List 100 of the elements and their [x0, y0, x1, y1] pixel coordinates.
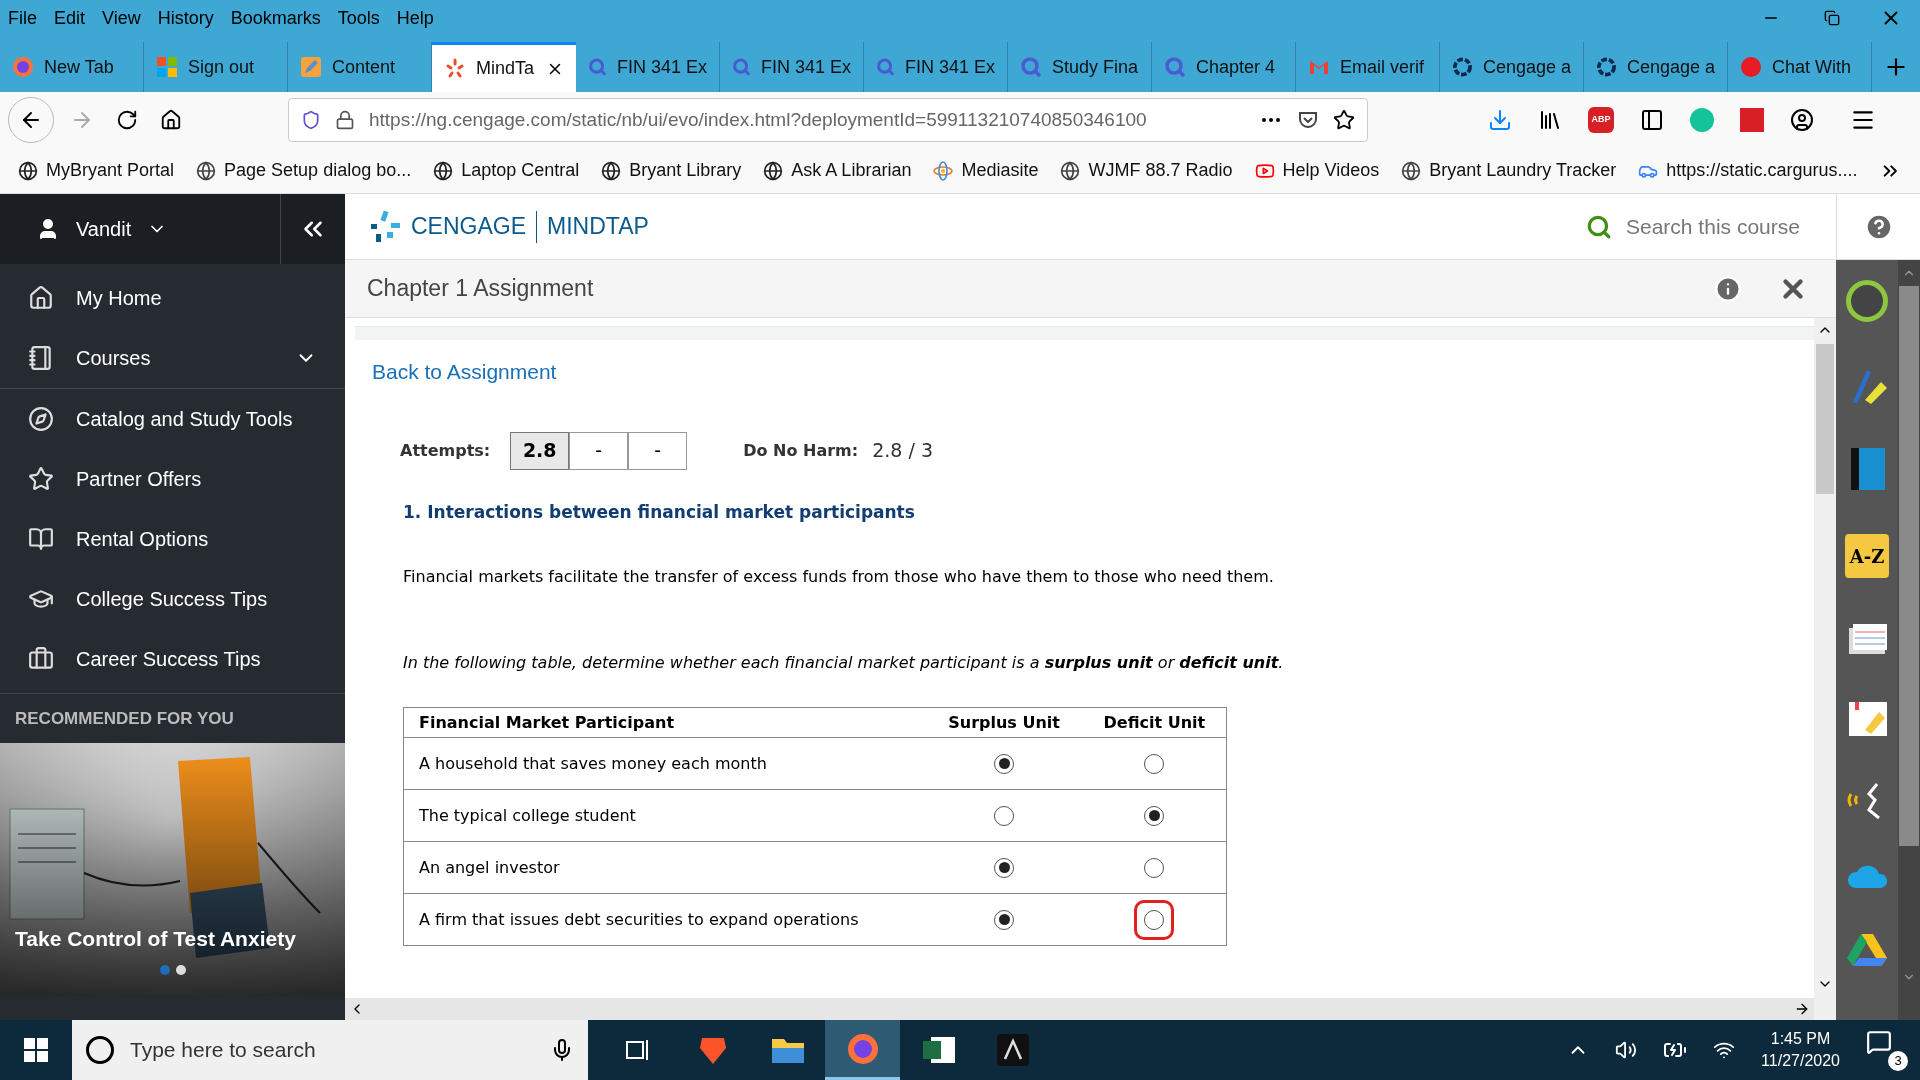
bookmark[interactable]: Ask A Librarian — [763, 157, 912, 184]
question-title: 1. Interactions between financial market participants — [403, 500, 916, 524]
bookmark[interactable]: Laptop Central — [433, 157, 580, 184]
glossary-icon[interactable]: A-Z — [1845, 534, 1889, 578]
library-icon[interactable] — [1538, 108, 1562, 132]
globe-icon — [1401, 160, 1422, 181]
q-logo-icon — [588, 56, 607, 78]
home-icon[interactable] — [160, 109, 182, 131]
browser-tab[interactable]: MindTa — [432, 42, 576, 92]
radio-button[interactable] — [994, 909, 1015, 930]
radio-button[interactable] — [994, 753, 1015, 774]
chat-logo-icon — [1740, 56, 1762, 78]
menu-item[interactable]: Edit — [54, 4, 86, 32]
bookmark[interactable]: https://static.cargurus.... — [1638, 157, 1858, 184]
activity-title: Chapter 1 Assignment — [367, 274, 595, 304]
shield-icon — [301, 110, 321, 130]
browser-logo-icon[interactable] — [825, 1020, 900, 1080]
instruction-text: In the following table, determine whether each financial market participant is a surplus unit or deficit unit. — [403, 652, 1285, 674]
radio-button[interactable] — [994, 805, 1015, 826]
q-logo-icon — [1020, 56, 1042, 78]
info-icon[interactable] — [1714, 274, 1742, 303]
column-header: Deficit Unit — [1082, 707, 1227, 738]
radio-button[interactable] — [1144, 753, 1165, 774]
promo-title[interactable]: Take Control of Test Anxiety — [15, 923, 296, 955]
star-icon — [28, 466, 54, 492]
avatar-icon[interactable] — [1846, 280, 1888, 322]
menu-item[interactable]: View — [102, 4, 141, 32]
volume-icon[interactable] — [1615, 1039, 1638, 1061]
table-cell: The typical college student — [403, 789, 926, 842]
notification-button[interactable]: 3 — [1866, 1029, 1908, 1071]
browser-logo-icon — [12, 56, 34, 78]
compass-icon — [28, 406, 54, 432]
sidebar-item[interactable]: Rental Options — [0, 509, 345, 569]
pencil-icon — [300, 56, 322, 78]
atom-icon — [933, 160, 954, 181]
bookmark[interactable]: Page Setup dialog bo... — [196, 157, 412, 184]
sidebar-item[interactable]: Courses — [0, 328, 345, 388]
bookmark[interactable]: Bryant Laundry Tracker — [1401, 157, 1617, 184]
bookmark[interactable]: WJMF 88.7 Radio — [1060, 157, 1233, 184]
radio-button[interactable] — [994, 857, 1015, 878]
address-bar[interactable]: https://ng.cengage.com/static/nb/ui/evo/index.html?deploymentId=599113210740850346100 — [288, 98, 1368, 142]
attempt-score[interactable]: - — [569, 431, 629, 470]
sidebar-item[interactable]: College Success Tips — [0, 569, 345, 629]
taskbar-search-field[interactable]: Type here to search — [72, 1020, 588, 1080]
back-link[interactable]: Back to Assignment — [372, 356, 557, 388]
bookmark[interactable]: Bryant Library — [601, 157, 742, 184]
table-cell: A firm that issues debt securities to expand operations — [403, 893, 926, 946]
sidebar-item[interactable]: Partner Offers — [0, 449, 345, 509]
sidebar-item[interactable]: Career Success Tips — [0, 629, 345, 689]
restore-icon[interactable] — [1824, 10, 1840, 26]
notebook-icon — [28, 345, 54, 371]
search-input[interactable]: Type here to search — [130, 1034, 534, 1066]
menu-item[interactable]: Help — [396, 4, 434, 32]
sidebar-item[interactable]: My Home — [0, 268, 345, 328]
windows-grid-icon — [156, 56, 178, 78]
bookmark[interactable]: Mediasite — [933, 157, 1039, 184]
column-header: Surplus Unit — [925, 707, 1083, 738]
menu-item[interactable]: History — [157, 4, 214, 32]
search-icon[interactable] — [1586, 213, 1612, 240]
question-text: Financial markets facilitate the transfer of excess funds from those who have them to those who need them. — [403, 566, 1275, 588]
menu-item[interactable]: File — [8, 4, 37, 32]
search-field[interactable]: Search this course — [1626, 210, 1806, 243]
notification-count: 3 — [1888, 1051, 1908, 1071]
bookmark[interactable]: Help Videos — [1254, 157, 1380, 184]
q-logo-icon — [876, 56, 895, 78]
globe-icon — [601, 160, 622, 181]
adblock-icon[interactable]: ABP — [1588, 107, 1614, 133]
sidebar-icon[interactable] — [1640, 108, 1664, 132]
attempt-score[interactable]: 2.8 — [510, 431, 570, 470]
score-label: Do No Harm: — [743, 439, 859, 462]
account-icon[interactable] — [1790, 108, 1814, 132]
radio-button[interactable] — [1144, 805, 1165, 826]
menu-item[interactable]: Bookmarks — [230, 4, 321, 32]
radio-button[interactable] — [1144, 909, 1165, 930]
message-icon — [1866, 1029, 1892, 1055]
bookmark[interactable]: MyBryant Portal — [18, 157, 175, 184]
radio-button[interactable] — [1144, 857, 1165, 878]
reload-icon[interactable] — [116, 109, 138, 131]
ring-logo-icon — [1452, 56, 1473, 78]
pocket-icon[interactable] — [1297, 109, 1319, 131]
sidebar-item[interactable]: Catalog and Study Tools — [0, 389, 345, 449]
drive-icon[interactable] — [1847, 932, 1887, 968]
notebook-icon[interactable] — [1847, 700, 1887, 738]
scrollbar-thumb[interactable] — [1899, 286, 1919, 846]
briefcase-icon — [28, 646, 54, 672]
scroll-right-icon[interactable] — [1794, 1001, 1810, 1017]
lock-icon — [335, 110, 355, 130]
download-icon[interactable] — [1488, 108, 1512, 132]
attempt-score[interactable]: - — [628, 431, 688, 470]
star-icon[interactable] — [1333, 109, 1355, 131]
scrollbar-thumb[interactable] — [1816, 344, 1834, 494]
clock[interactable]: 1:45 PM 11/27/2020 — [1761, 1028, 1840, 1072]
menu-item[interactable]: Tools — [337, 4, 380, 32]
ring-logo-icon — [1596, 56, 1617, 78]
globe-icon — [1060, 160, 1081, 181]
globe-icon — [433, 160, 454, 181]
q-logo-icon — [1164, 56, 1186, 78]
home-icon — [28, 285, 54, 311]
table-cell: An angel investor — [403, 841, 926, 894]
open-book-icon — [28, 526, 54, 552]
